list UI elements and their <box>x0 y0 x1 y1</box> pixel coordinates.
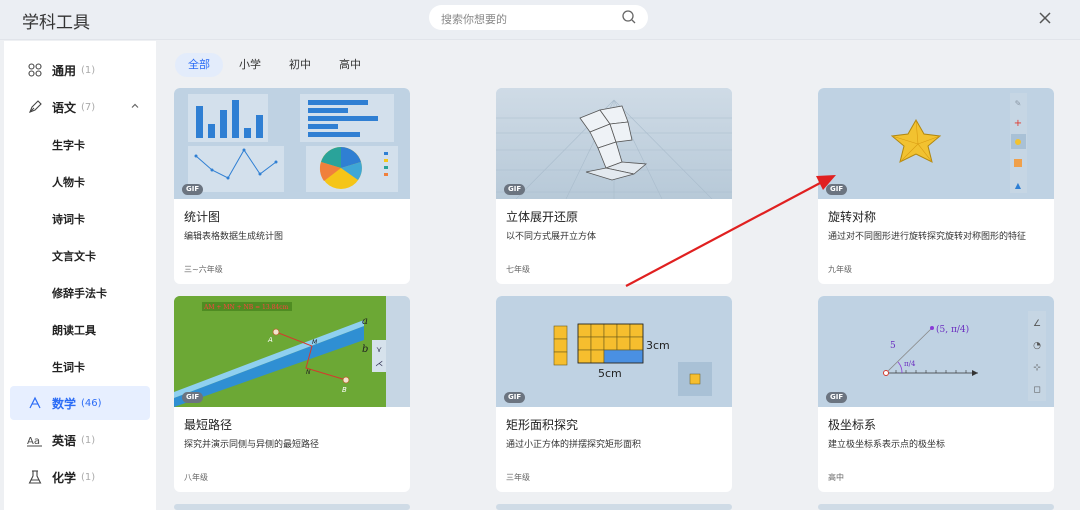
annotation-arrow-icon <box>625 175 836 287</box>
